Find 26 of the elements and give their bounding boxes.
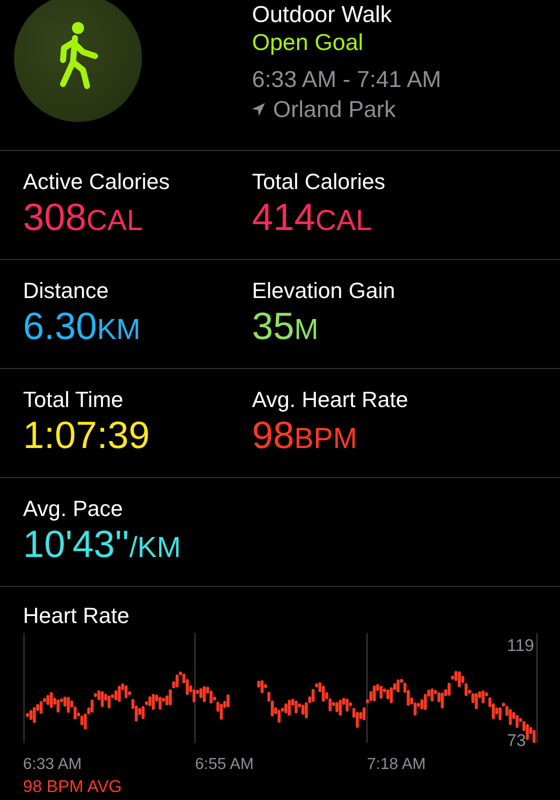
- stat-label: Avg. Pace: [23, 496, 124, 522]
- stat-label: Elevation Gain: [252, 278, 396, 304]
- stat-label: Active Calories: [23, 169, 171, 195]
- time-range: 6:33 AM - 7:41 AM: [252, 65, 442, 94]
- stat-label: Avg. Heart Rate: [252, 387, 410, 413]
- stat-label: Total Time: [23, 387, 124, 413]
- stat-label: Total Calories: [252, 169, 386, 195]
- section-title: Heart Rate: [23, 603, 130, 629]
- time-label: 6:55 AM: [195, 755, 255, 775]
- average-label: 98 BPM AVG: [23, 777, 123, 797]
- stat-label: Distance: [23, 278, 110, 304]
- stat-value: 35M: [252, 305, 320, 350]
- workout-title: Outdoor Walk: [252, 0, 393, 28]
- location-label: Orland Park: [273, 95, 396, 124]
- time-label: 7:18 AM: [367, 755, 427, 775]
- stat-value: 308CAL: [23, 196, 144, 241]
- goal-label: Open Goal: [252, 28, 364, 56]
- stat-value: 1:07:39: [23, 414, 151, 459]
- stat-value: 414CAL: [252, 196, 373, 241]
- stat-value: 6.30KM: [23, 305, 142, 350]
- axis-label: 119: [507, 635, 534, 657]
- axis-label: 73: [507, 730, 527, 752]
- stat-value: 98BPM: [252, 414, 358, 459]
- time-label: 6:33 AM: [23, 755, 83, 775]
- stat-value: 10'43''/KM: [23, 523, 182, 568]
- location-arrow-icon: [252, 102, 265, 116]
